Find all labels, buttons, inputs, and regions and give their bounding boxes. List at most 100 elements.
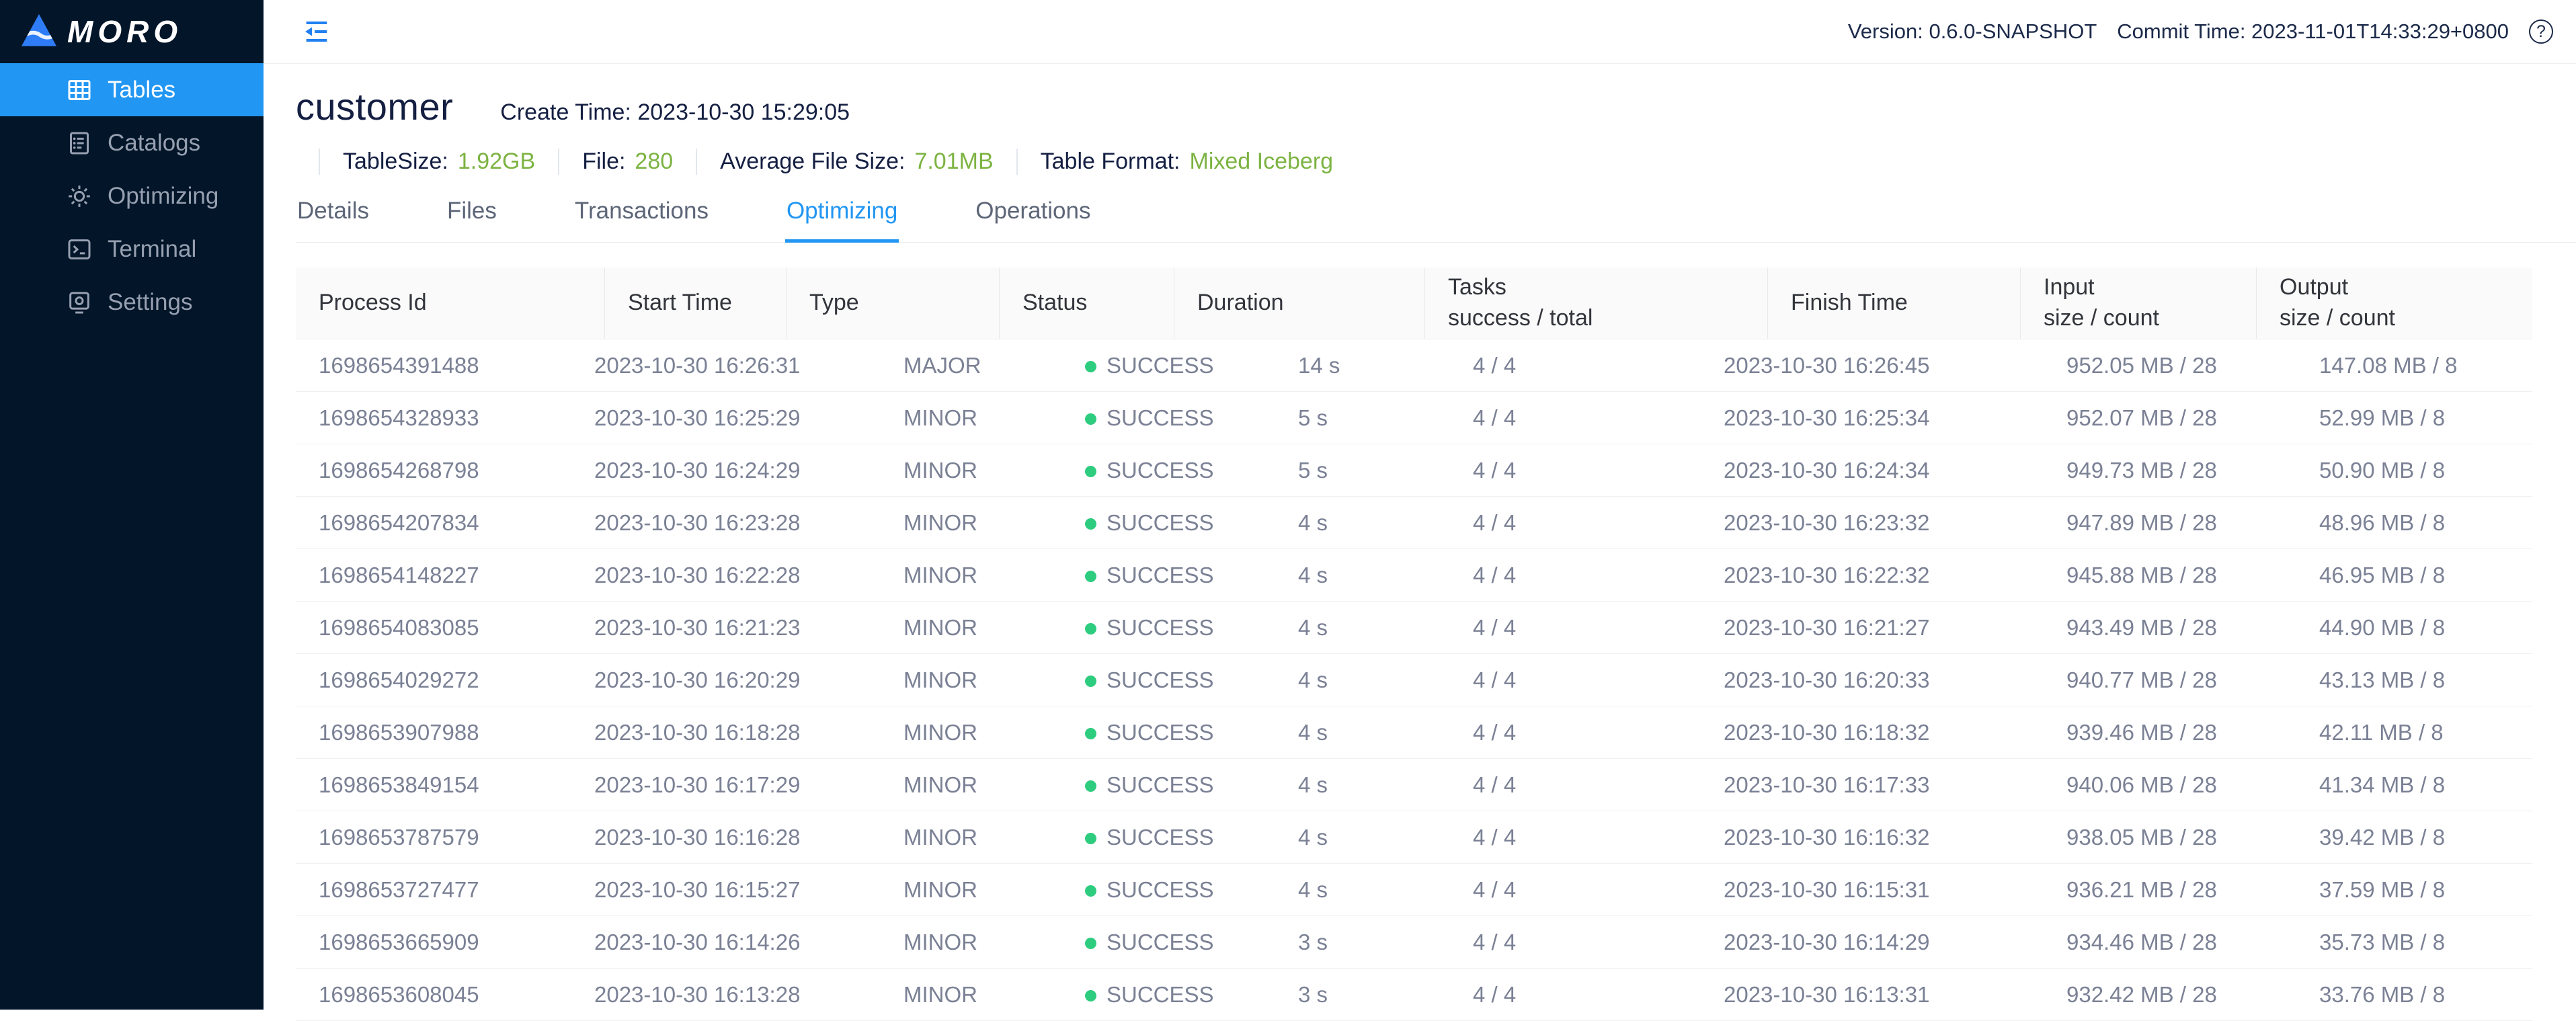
- sidebar-item-label: Terminal: [108, 236, 196, 263]
- stat-item: File: 280: [558, 149, 673, 175]
- cell-process-id: 1698654083085: [296, 615, 571, 641]
- cell-input: 932.42 MB / 28: [2044, 982, 2296, 1008]
- stat-label: Average File Size:: [720, 149, 905, 175]
- optimizing-icon: [66, 183, 93, 210]
- stat-value: 1.92GB: [458, 149, 535, 175]
- status-text: SUCCESS: [1106, 772, 1214, 797]
- header-line1: Status: [1022, 288, 1174, 319]
- status-success-dot: [1085, 623, 1096, 635]
- status-text: SUCCESS: [1106, 667, 1214, 692]
- cell-input: 939.46 MB / 28: [2044, 720, 2296, 745]
- cell-tasks: 4 / 4: [1450, 353, 1701, 378]
- cell-output: 42.11 MB / 8: [2296, 720, 2532, 745]
- header-line1: Duration: [1197, 288, 1424, 319]
- sidebar-item[interactable]: Tables: [0, 63, 264, 116]
- status-success-dot: [1085, 990, 1096, 1002]
- tab[interactable]: Files: [446, 198, 498, 242]
- cell-start-time: 2023-10-30 16:26:31: [571, 353, 881, 378]
- sidebar-item-label: Settings: [108, 289, 192, 316]
- header-line2: success / total: [1448, 303, 1767, 334]
- status-text: SUCCESS: [1106, 720, 1214, 745]
- header-line1: Output: [2280, 272, 2395, 303]
- tab[interactable]: Transactions: [573, 198, 710, 242]
- table-row: 1698653787579 2023-10-30 16:16:28 MINOR …: [296, 811, 2532, 864]
- table-row: 1698654029272 2023-10-30 16:20:29 MINOR …: [296, 654, 2532, 706]
- table-header-cell: Finish Time: [1768, 268, 2021, 339]
- cell-start-time: 2023-10-30 16:22:28: [571, 563, 881, 588]
- cell-finish-time: 2023-10-30 16:16:32: [1701, 825, 2044, 850]
- stat-value: Mixed Iceberg: [1190, 149, 1334, 175]
- cell-output: 46.95 MB / 8: [2296, 563, 2532, 588]
- sidebar-item[interactable]: Terminal: [0, 222, 264, 276]
- sidebar-item[interactable]: Optimizing: [0, 169, 264, 222]
- cell-output: 39.42 MB / 8: [2296, 825, 2532, 850]
- cell-status: SUCCESS: [1062, 930, 1275, 955]
- cell-start-time: 2023-10-30 16:17:29: [571, 772, 881, 798]
- stat-label: TableSize:: [343, 149, 448, 175]
- cell-duration: 3 s: [1275, 982, 1450, 1008]
- status-success-dot: [1085, 780, 1096, 792]
- main-content: customer Create Time: 2023-10-30 15:29:0…: [264, 65, 2576, 1010]
- tab[interactable]: Operations: [974, 198, 1092, 242]
- app-logo: MORO: [0, 0, 264, 63]
- cell-finish-time: 2023-10-30 16:17:33: [1701, 772, 2044, 798]
- cell-finish-time: 2023-10-30 16:22:32: [1701, 563, 2044, 588]
- cell-status: SUCCESS: [1062, 877, 1275, 903]
- cell-status: SUCCESS: [1062, 405, 1275, 431]
- table-header-cell: Status: [1000, 268, 1174, 339]
- tab[interactable]: Optimizing: [785, 198, 899, 242]
- status-success-dot: [1085, 676, 1096, 687]
- menu-fold-icon[interactable]: [301, 16, 332, 47]
- help-icon[interactable]: ?: [2529, 19, 2553, 44]
- amoro-logo-icon: [22, 14, 56, 49]
- stat-item: TableSize: 1.92GB: [319, 149, 535, 175]
- stat-item: Average File Size: 7.01MB: [696, 149, 993, 175]
- cell-duration: 14 s: [1275, 353, 1450, 378]
- cell-output: 35.73 MB / 8: [2296, 930, 2532, 955]
- sidebar-item[interactable]: Catalogs: [0, 116, 264, 169]
- status-success-dot: [1085, 466, 1096, 477]
- cell-process-id: 1698653608045: [296, 982, 571, 1008]
- sidebar-item-label: Tables: [108, 77, 175, 104]
- table-row: 1698654083085 2023-10-30 16:21:23 MINOR …: [296, 602, 2532, 654]
- optimizing-processes-table: Process Id Start Time Type Status: [296, 268, 2532, 1021]
- table-header-cell: Input size / count: [2021, 268, 2257, 339]
- table-header-cell: Process Id: [296, 268, 605, 339]
- cell-output: 147.08 MB / 8: [2296, 353, 2532, 378]
- topbar: Version: 0.6.0-SNAPSHOT Commit Time: 202…: [264, 0, 2576, 64]
- title-row: customer Create Time: 2023-10-30 15:29:0…: [264, 65, 2576, 128]
- cell-start-time: 2023-10-30 16:15:27: [571, 877, 881, 903]
- cell-finish-time: 2023-10-30 16:24:34: [1701, 458, 2044, 483]
- status-text: SUCCESS: [1106, 930, 1214, 954]
- cell-type: MINOR: [881, 510, 1062, 536]
- sidebar-item[interactable]: Settings: [0, 276, 264, 329]
- table-row: 1698653727477 2023-10-30 16:15:27 MINOR …: [296, 864, 2532, 916]
- cell-duration: 5 s: [1275, 405, 1450, 431]
- cell-status: SUCCESS: [1062, 772, 1275, 798]
- create-time-label: Create Time: 2023-10-30 15:29:05: [500, 99, 850, 126]
- catalog-icon: [66, 130, 93, 157]
- table-body: 1698654391488 2023-10-30 16:26:31 MAJOR …: [296, 339, 2532, 1021]
- cell-duration: 4 s: [1275, 615, 1450, 641]
- cell-input: 947.89 MB / 28: [2044, 510, 2296, 536]
- commit-time-label: Commit Time: 2023-11-01T14:33:29+0800: [2117, 19, 2509, 44]
- cell-tasks: 4 / 4: [1450, 405, 1701, 431]
- cell-output: 44.90 MB / 8: [2296, 615, 2532, 641]
- status-success-dot: [1085, 413, 1096, 425]
- cell-status: SUCCESS: [1062, 510, 1275, 536]
- cell-process-id: 1698654029272: [296, 667, 571, 693]
- cell-start-time: 2023-10-30 16:16:28: [571, 825, 881, 850]
- tab[interactable]: Details: [296, 198, 370, 242]
- status-text: SUCCESS: [1106, 982, 1214, 1007]
- version-label: Version: 0.6.0-SNAPSHOT: [1848, 19, 2097, 44]
- cell-process-id: 1698654391488: [296, 353, 571, 378]
- status-success-dot: [1085, 571, 1096, 582]
- status-text: SUCCESS: [1106, 405, 1214, 430]
- cell-type: MINOR: [881, 930, 1062, 955]
- table-row: 1698654148227 2023-10-30 16:22:28 MINOR …: [296, 549, 2532, 602]
- sidebar-menu: Tables Catalogs Optimizing Terminal Sett…: [0, 63, 264, 329]
- sidebar: MORO Tables Catalogs Optimizing Terminal: [0, 0, 264, 1010]
- status-text: SUCCESS: [1106, 825, 1214, 850]
- header-line1: Input: [2044, 272, 2256, 303]
- version-area: Version: 0.6.0-SNAPSHOT Commit Time: 202…: [1848, 19, 2553, 44]
